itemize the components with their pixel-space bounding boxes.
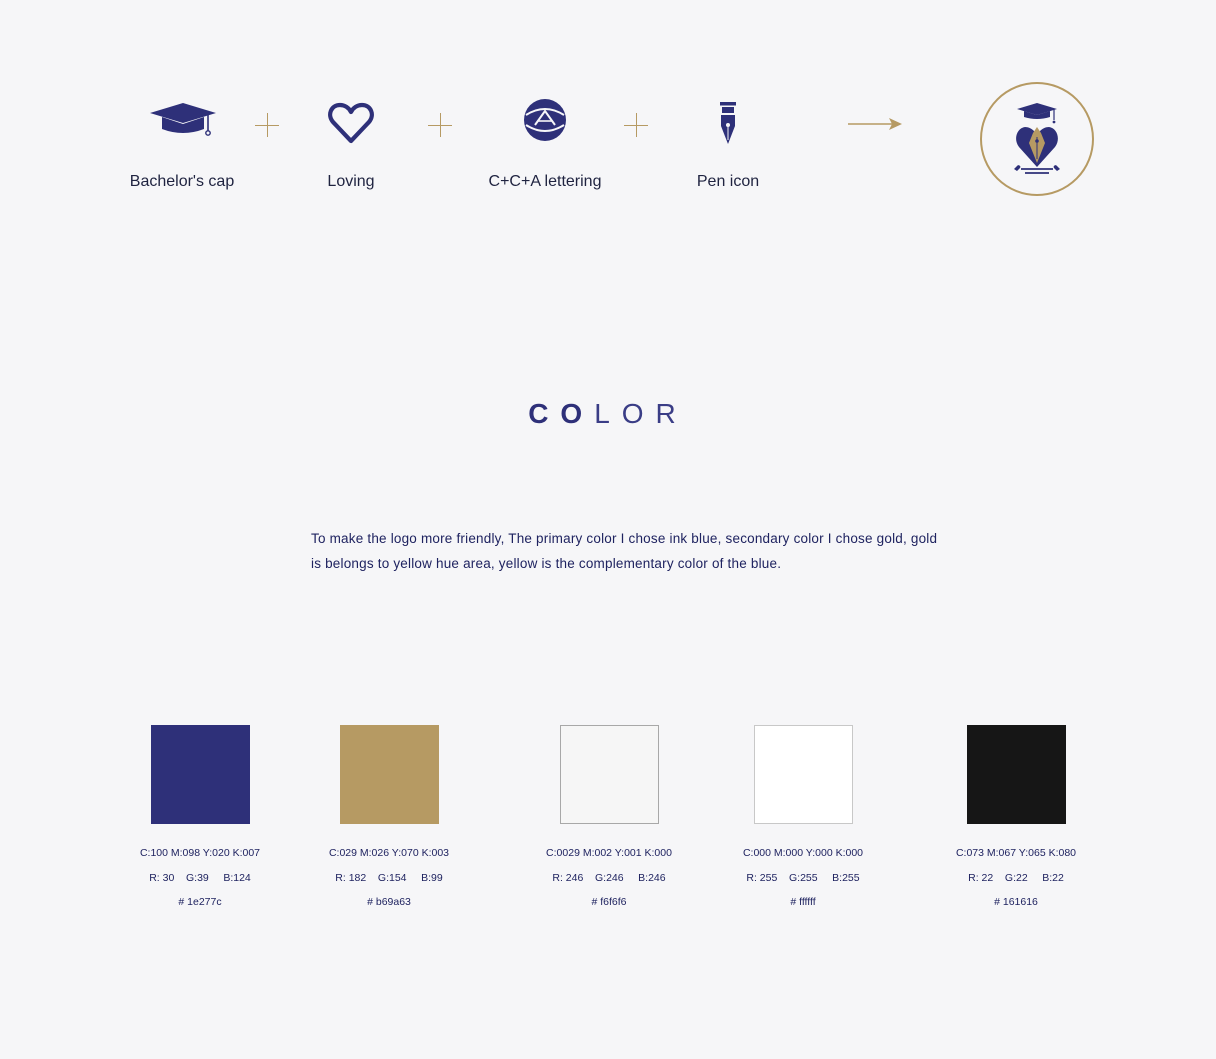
cca-lettering-icon [522,97,568,143]
swatch-rgb: R: 30 G:39 B:124 [149,872,251,884]
heart-icon [327,100,375,145]
plus-sign [428,113,452,137]
element-label-loving: Loving [327,173,375,190]
swatch-card: C:000 M:000 Y:000 K:000 R: 255 G:255 B:2… [703,725,903,910]
swatch-rgb: R: 182 G:154 B:99 [335,872,443,884]
swatch-cmyk: C:073 M:067 Y:065 K:080 [955,847,1077,859]
element-label-cap: Bachelor's cap [129,173,235,190]
swatch-cmyk: C:029 M:026 Y:070 K:003 [328,847,450,859]
fountain-pen-icon [714,99,742,147]
color-description: To make the logo more friendly, The prim… [311,531,938,571]
swatch-hex: # 161616 [994,896,1038,908]
swatch-hex: # ffffff [790,896,816,908]
combined-logo-icon [978,80,1095,197]
plus-sign [624,113,648,137]
swatch-hex: # 1e277c [178,896,222,908]
swatch-card: C:100 M:098 Y:020 K:007 R: 30 G:39 B:124… [100,725,300,910]
swatch-card: C:073 M:067 Y:065 K:080 R: 22 G:22 B:22 … [916,725,1116,910]
arrow-right-icon [846,116,904,132]
swatch-hex: # b69a63 [367,896,411,908]
section-title-bold: CO [528,398,595,429]
color-swatch [753,725,853,824]
graduation-cap-icon [147,98,219,140]
section-title-light: LOR [594,398,688,429]
swatch-rgb: R: 22 G:22 B:22 [968,872,1064,884]
color-swatch [966,725,1066,824]
element-label-lettering: C+C+A lettering [488,173,602,190]
swatch-cmyk: C:100 M:098 Y:020 K:007 [139,847,261,859]
swatch-card: C:0029 M:002 Y:001 K:000 R: 246 G:246 B:… [509,725,709,910]
element-label-pen: Pen icon [696,173,760,190]
color-swatch [559,725,659,824]
color-swatch [339,725,439,824]
color-swatch [150,725,250,824]
swatch-hex: # f6f6f6 [591,896,627,908]
swatch-rgb: R: 255 G:255 B:255 [746,872,860,884]
section-title: COLOR [0,398,1216,430]
swatch-cmyk: C:000 M:000 Y:000 K:000 [742,847,864,859]
plus-sign [255,113,279,137]
swatch-cmyk: C:0029 M:002 Y:001 K:000 [546,847,672,859]
swatch-rgb: R: 246 G:246 B:246 [552,872,666,884]
swatch-card: C:029 M:026 Y:070 K:003 R: 182 G:154 B:9… [289,725,489,910]
